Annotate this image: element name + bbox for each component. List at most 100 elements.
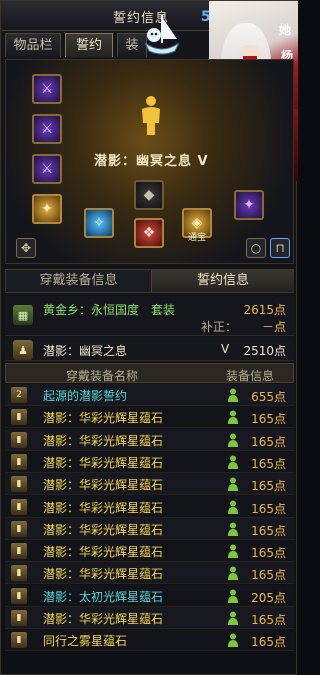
table-header: 穿戴装备名称 装备信息 xyxy=(5,363,294,383)
portrait-glyph: 她 xyxy=(279,23,292,37)
equipment-name: 潜影：华彩光辉星蕴石 xyxy=(43,522,164,537)
person-icon xyxy=(228,589,238,603)
table-row[interactable]: ▮ 潜影：华彩光辉星蕴石 165点 xyxy=(5,473,294,496)
equipment-points: 165点 xyxy=(251,456,286,471)
sword-icon: ⚔ xyxy=(40,161,54,177)
table-row[interactable]: ▮ 潜影：华彩光辉星蕴石 165点 xyxy=(5,607,294,629)
equipment-name: 起源的潜影誓约 xyxy=(43,389,128,403)
table-row[interactable]: ▮ 潜影：华彩光辉星蕴石 165点 xyxy=(5,450,294,473)
person-icon xyxy=(228,433,238,447)
covenant-window: 誓约信息 5 物品栏 誓约 装 她 杨 她 ⚔ ⚔ ⚔ ✦ 潜影：幽冥之息 V … xyxy=(0,0,298,675)
equipment-points: 165点 xyxy=(251,613,286,627)
sub-set-name: 潜影：幽冥之息 xyxy=(43,344,128,358)
ring-button[interactable]: ○ xyxy=(246,238,266,258)
equip-slot-5[interactable]: ◆ xyxy=(134,180,164,210)
equipment-points: 165点 xyxy=(251,523,286,538)
tab-equipped-info[interactable]: 穿戴装备信息 xyxy=(6,270,152,292)
column-equipment-info: 装备信息 xyxy=(226,369,275,383)
equipment-points: 165点 xyxy=(251,412,286,427)
tab-covenant-info[interactable]: 誓约信息 xyxy=(152,270,294,292)
table-row[interactable]: ▮ 潜影：华彩光辉星蕴石 165点 xyxy=(5,495,294,518)
person-icon xyxy=(228,544,238,559)
currency-badge: 通宝 xyxy=(188,233,207,243)
lock-icon: ▮ xyxy=(11,520,27,537)
equipment-name: 同行之雾星蕴石 xyxy=(43,634,128,649)
table-row[interactable]: ▮ 同行之雾星蕴石 165点 xyxy=(5,629,294,652)
lock-icon: ▮ xyxy=(11,431,27,448)
sub-set-points: 2510点 xyxy=(243,344,286,358)
lock-icon: ▮ xyxy=(11,498,27,515)
correction-label: 补正： xyxy=(201,320,238,334)
table-row[interactable]: ▮ 潜影：华彩光辉星蕴石 165点 xyxy=(5,406,294,429)
person-icon xyxy=(228,633,238,648)
equipment-points: 165点 xyxy=(251,479,286,494)
lock-icon: ▮ xyxy=(11,565,27,582)
equipment-name: 潜影：华彩光辉星蕴石 xyxy=(43,411,164,426)
gem-icon: ✦ xyxy=(243,197,255,213)
equipment-name: 潜影：太初光辉星蕴石 xyxy=(43,589,164,604)
lock-icon: 2 xyxy=(11,387,27,403)
sword-icon: ⚔ xyxy=(40,81,54,97)
equipment-points: 165点 xyxy=(251,501,286,516)
equip-slot-3[interactable]: ⚔ xyxy=(32,154,62,184)
sub-set-grade: V xyxy=(221,342,230,356)
shirt-icon: ⊓ xyxy=(275,241,285,255)
lock-icon: ▮ xyxy=(11,587,27,604)
gem-icon: ❖ xyxy=(142,225,156,241)
column-equipment-name: 穿戴装备名称 xyxy=(66,369,139,383)
equipment-points: 165点 xyxy=(251,568,286,583)
equip-slot-9[interactable]: ✦ xyxy=(234,190,264,220)
equip-slot-2[interactable]: ⚔ xyxy=(32,114,62,144)
tab-covenant[interactable]: 誓约 xyxy=(65,33,113,57)
equipment-points: 165点 xyxy=(251,635,286,650)
lock-icon: ▮ xyxy=(11,543,27,560)
person-icon xyxy=(228,388,238,402)
equip-slot-7[interactable]: ❖ xyxy=(134,218,164,248)
equipment-points: 655点 xyxy=(251,390,286,404)
table-row[interactable]: ▮ 潜影：华彩光辉星蕴石 165点 xyxy=(5,562,294,585)
shirt-button[interactable]: ⊓ xyxy=(270,238,290,258)
table-row[interactable]: ▮ 潜影：太初光辉星蕴石 205点 xyxy=(5,584,294,607)
sub-set-icon: ♟ xyxy=(13,340,33,360)
equipment-name: 潜影：华彩光辉星蕴石 xyxy=(43,433,164,448)
equipment-points: 165点 xyxy=(251,434,286,449)
equipment-points: 165点 xyxy=(251,546,286,561)
person-icon xyxy=(228,477,238,492)
lock-icon: ▮ xyxy=(11,632,27,649)
move-icon: ✥ xyxy=(20,241,32,255)
equipment-name: 潜影：华彩光辉星蕴石 xyxy=(43,612,164,626)
gem-icon: ◆ xyxy=(143,187,155,203)
person-icon xyxy=(228,500,238,514)
equip-slot-1[interactable]: ⚔ xyxy=(32,74,62,104)
equipment-points: 205点 xyxy=(251,590,286,605)
person-icon xyxy=(228,611,238,625)
gem-icon: ✧ xyxy=(93,215,105,231)
lock-icon: ▮ xyxy=(11,476,27,493)
person-icon xyxy=(228,522,238,536)
person-icon xyxy=(228,566,238,581)
equipment-name: 潜影：华彩光辉星蕴石 xyxy=(43,455,164,470)
sword-icon: ✦ xyxy=(41,201,53,217)
sword-icon: ⚔ xyxy=(40,121,54,137)
move-button[interactable]: ✥ xyxy=(16,238,36,258)
equipment-name: 潜影：华彩光辉星蕴石 xyxy=(43,500,164,515)
lock-icon: ▮ xyxy=(11,453,27,470)
person-icon xyxy=(228,410,238,425)
equipment-name: 潜影：华彩光辉星蕴石 xyxy=(43,567,164,582)
table-row[interactable]: ▮ 潜影：华彩光辉星蕴石 165点 xyxy=(5,428,294,451)
lock-icon: ▮ xyxy=(11,610,27,626)
equipment-area: ⚔ ⚔ ⚔ ✦ 潜影：幽冥之息 V ◆ ✧ ❖ ◈ 通宝 ✦ ✥ ○ ⊓ xyxy=(5,59,294,264)
lock-icon: ▮ xyxy=(11,409,27,426)
equip-slot-4[interactable]: ✦ xyxy=(32,194,62,224)
table-row[interactable]: 2 起源的潜影誓约 655点 xyxy=(5,384,294,406)
set-summary-row: ▦ 黄金乡：永恒国度 套装 2615点 补正： －点 xyxy=(5,296,294,336)
gem-icon: ◈ xyxy=(191,215,203,231)
tab-inventory[interactable]: 物品栏 xyxy=(5,33,61,57)
table-row[interactable]: ▮ 潜影：华彩光辉星蕴石 165点 xyxy=(5,540,294,563)
table-row[interactable]: ▮ 潜影：华彩光辉星蕴石 165点 xyxy=(5,517,294,540)
character-silhouette-icon xyxy=(142,96,160,135)
person-icon xyxy=(228,455,238,469)
correction-value: －点 xyxy=(261,320,286,334)
equip-slot-6[interactable]: ✧ xyxy=(84,208,114,238)
set-icon: ▦ xyxy=(13,305,33,325)
